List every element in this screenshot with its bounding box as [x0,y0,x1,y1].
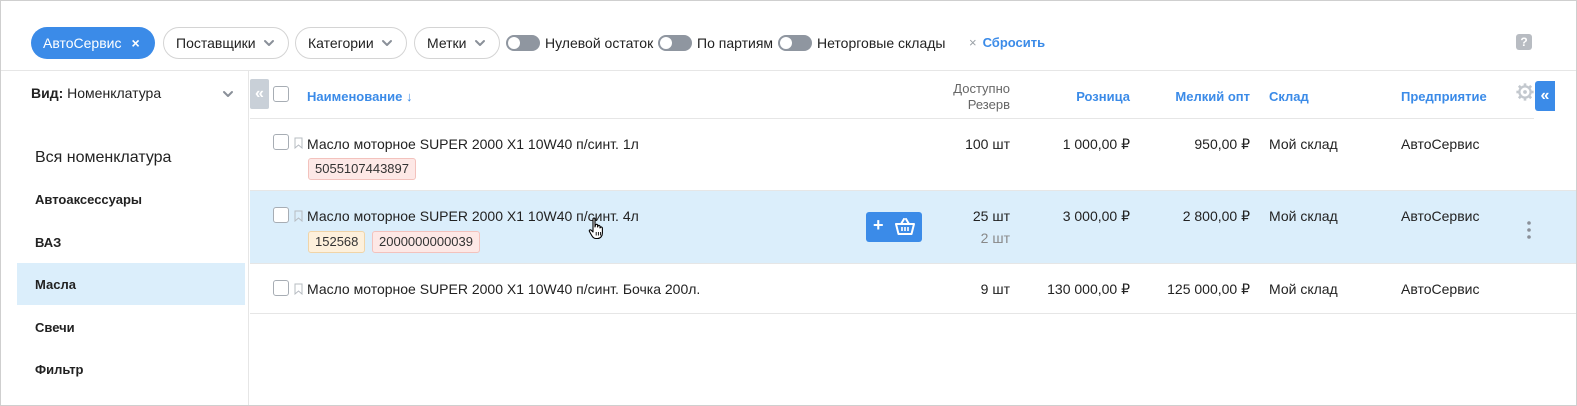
reset-close-icon: × [969,35,977,50]
plus-icon[interactable]: + [873,215,884,236]
close-icon[interactable]: × [131,35,139,51]
retail-price: 1 000,00 ₽ [1062,136,1130,152]
header-retail[interactable]: Розница [1030,89,1130,104]
reserve-qty: 2 шт [980,230,1010,246]
tags-dropdown-label: Метки [427,35,467,51]
help-icon[interactable]: ? [1516,34,1532,50]
by-batches-toggle[interactable] [658,35,692,51]
sidebar-item-label: Автоаксессуары [35,191,142,207]
header-wholesale[interactable]: Мелкий опт [1150,89,1250,104]
table-row[interactable]: Масло моторное SUPER 2000 X1 10W40 п/син… [250,119,1576,191]
sidebar-item-label: Свечи [35,319,75,335]
header-name[interactable]: Наименование ↓ [307,89,413,104]
sidebar-item-spark-plugs[interactable]: Свечи [17,306,245,348]
zero-stock-toggle[interactable] [506,35,540,51]
sidebar-item-vaz[interactable]: ВАЗ [17,221,245,263]
retail-price: 3 000,00 ₽ [1062,208,1130,224]
wholesale-price: 2 800,00 ₽ [1182,208,1250,224]
table-row[interactable]: Масло моторное SUPER 2000 X1 10W40 п/син… [250,191,1576,264]
sidebar-item-label: ВАЗ [35,234,62,250]
bookmark-icon[interactable] [294,283,303,295]
table-row[interactable]: Масло моторное SUPER 2000 X1 10W40 п/син… [250,264,1576,314]
app-frame: АвтоСервис × Поставщики Категории Метки … [0,0,1577,406]
warehouse: Мой склад [1269,136,1338,152]
active-filter-chip[interactable]: АвтоСервис × [31,27,155,59]
chevron-down-icon [381,40,392,46]
reset-label: Сбросить [982,35,1046,50]
view-selector[interactable]: Вид: Номенклатура [31,85,241,105]
suppliers-dropdown-label: Поставщики [176,35,256,51]
sidebar-item-accessories[interactable]: Автоаксессуары [17,178,245,220]
row-checkbox[interactable] [273,207,289,223]
active-filter-label: АвтоСервис [43,35,122,51]
header-available: Доступно [953,81,1010,96]
retail-price: 130 000,00 ₽ [1047,281,1130,297]
categories-dropdown-label: Категории [308,35,374,51]
chevron-down-icon [474,40,485,46]
bookmark-icon[interactable] [294,137,303,149]
reset-filters-link[interactable]: × Сбросить [969,35,1045,51]
view-label: Вид: [31,85,64,101]
header-available-reserve: Доступно Резерв [910,81,1010,113]
bookmark-icon[interactable] [294,210,303,222]
wholesale-price: 125 000,00 ₽ [1167,281,1250,297]
warehouse: Мой склад [1269,208,1338,224]
sidebar: Вид: Номенклатура Вся номенклатура Автоа… [1,71,249,405]
product-name[interactable]: Масло моторное SUPER 2000 X1 10W40 п/син… [307,281,700,297]
warehouse: Мой склад [1269,281,1338,297]
header-company[interactable]: Предприятие [1401,89,1487,104]
kebab-menu-icon[interactable] [1527,221,1531,239]
gear-icon[interactable] [1516,83,1534,101]
collapse-right-icon[interactable]: « [1535,81,1555,111]
header-warehouse[interactable]: Склад [1269,89,1309,104]
header-reserve: Резерв [967,97,1010,112]
available-qty: 9 шт [980,281,1010,297]
by-batches-label: По партиям [697,35,774,51]
view-value: Номенклатура [67,85,162,101]
sidebar-item-label: Фильтр [35,361,84,377]
row-checkbox[interactable] [273,134,289,150]
sidebar-item-label: Масла [35,276,76,292]
categories-dropdown[interactable]: Категории [295,27,407,59]
sidebar-item-all[interactable]: Вся номенклатура [17,137,245,179]
chevron-down-icon [223,91,233,97]
zero-stock-label: Нулевой остаток [545,35,654,51]
row-checkbox[interactable] [273,280,289,296]
article-tag: 152568 [308,231,366,253]
hand-cursor-icon [588,217,603,240]
sidebar-item-label: Вся номенклатура [35,149,172,166]
available-qty: 100 шт [965,136,1010,152]
sidebar-item-oils[interactable]: Масла [17,263,245,305]
product-name[interactable]: Масло моторное SUPER 2000 X1 10W40 п/син… [307,136,639,152]
barcode-tag: 2000000000039 [372,231,480,253]
filter-bar: АвтоСервис × Поставщики Категории Метки … [1,1,1576,71]
non-trading-warehouses-label: Неторговые склады [817,35,946,51]
suppliers-dropdown[interactable]: Поставщики [163,27,289,59]
select-all-checkbox[interactable] [273,86,289,102]
available-qty: 25 шт [972,208,1010,224]
table-header: Наименование ↓ Доступно Резерв Розница М… [250,71,1534,119]
company: АвтоСервис [1401,208,1480,224]
non-trading-warehouses-toggle[interactable] [778,35,812,51]
wholesale-price: 950,00 ₽ [1194,136,1250,152]
company: АвтоСервис [1401,281,1480,297]
tags-dropdown[interactable]: Метки [414,27,500,59]
company: АвтоСервис [1401,136,1480,152]
sidebar-item-filter[interactable]: Фильтр [17,348,245,390]
barcode-tag: 5055107443897 [308,158,416,180]
chevron-down-icon [263,40,274,46]
